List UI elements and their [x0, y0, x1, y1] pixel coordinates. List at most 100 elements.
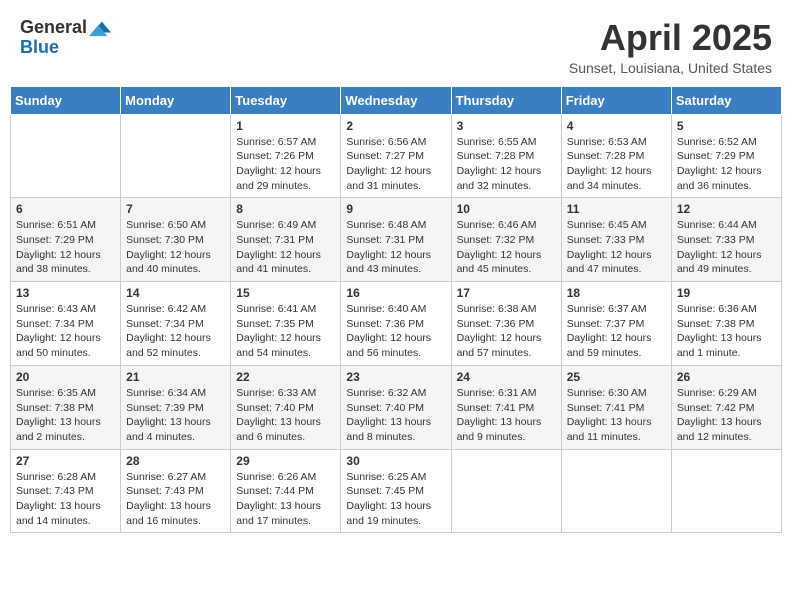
calendar-week-row: 27 Sunrise: 6:28 AM Sunset: 7:43 PM Dayli… [11, 449, 782, 533]
day-number: 16 [346, 286, 445, 300]
day-info: Sunrise: 6:37 AM Sunset: 7:37 PM Dayligh… [567, 302, 666, 361]
calendar-day-cell: 3 Sunrise: 6:55 AM Sunset: 7:28 PM Daylig… [451, 114, 561, 198]
day-info: Sunrise: 6:46 AM Sunset: 7:32 PM Dayligh… [457, 218, 556, 277]
day-info: Sunrise: 6:49 AM Sunset: 7:31 PM Dayligh… [236, 218, 335, 277]
calendar-week-row: 20 Sunrise: 6:35 AM Sunset: 7:38 PM Dayli… [11, 365, 782, 449]
title-area: April 2025 Sunset, Louisiana, United Sta… [569, 18, 772, 76]
calendar-body: 1 Sunrise: 6:57 AM Sunset: 7:26 PM Daylig… [11, 114, 782, 533]
day-info: Sunrise: 6:36 AM Sunset: 7:38 PM Dayligh… [677, 302, 776, 361]
calendar-day-cell: 27 Sunrise: 6:28 AM Sunset: 7:43 PM Dayli… [11, 449, 121, 533]
weekday-header-cell: Saturday [671, 86, 781, 114]
calendar-week-row: 1 Sunrise: 6:57 AM Sunset: 7:26 PM Daylig… [11, 114, 782, 198]
weekday-header-cell: Tuesday [231, 86, 341, 114]
logo: General Blue [20, 18, 111, 58]
calendar-day-cell [11, 114, 121, 198]
calendar-day-cell: 8 Sunrise: 6:49 AM Sunset: 7:31 PM Daylig… [231, 198, 341, 282]
day-info: Sunrise: 6:27 AM Sunset: 7:43 PM Dayligh… [126, 470, 225, 529]
calendar-day-cell: 15 Sunrise: 6:41 AM Sunset: 7:35 PM Dayli… [231, 282, 341, 366]
calendar-day-cell: 7 Sunrise: 6:50 AM Sunset: 7:30 PM Daylig… [121, 198, 231, 282]
calendar-day-cell: 19 Sunrise: 6:36 AM Sunset: 7:38 PM Dayli… [671, 282, 781, 366]
day-info: Sunrise: 6:57 AM Sunset: 7:26 PM Dayligh… [236, 135, 335, 194]
day-number: 13 [16, 286, 115, 300]
day-number: 14 [126, 286, 225, 300]
calendar-title: April 2025 [569, 18, 772, 58]
day-number: 29 [236, 454, 335, 468]
calendar-day-cell: 20 Sunrise: 6:35 AM Sunset: 7:38 PM Dayli… [11, 365, 121, 449]
calendar-day-cell: 12Sunrise: 6:44 AM Sunset: 7:33 PM Dayli… [671, 198, 781, 282]
day-number: 18 [567, 286, 666, 300]
calendar-day-cell: 22 Sunrise: 6:33 AM Sunset: 7:40 PM Dayli… [231, 365, 341, 449]
calendar-day-cell: 28 Sunrise: 6:27 AM Sunset: 7:43 PM Dayli… [121, 449, 231, 533]
calendar-day-cell: 13 Sunrise: 6:43 AM Sunset: 7:34 PM Dayli… [11, 282, 121, 366]
day-info: Sunrise: 6:55 AM Sunset: 7:28 PM Dayligh… [457, 135, 556, 194]
calendar-day-cell: 30 Sunrise: 6:25 AM Sunset: 7:45 PM Dayli… [341, 449, 451, 533]
day-number: 19 [677, 286, 776, 300]
calendar-day-cell: 6 Sunrise: 6:51 AM Sunset: 7:29 PM Daylig… [11, 198, 121, 282]
weekday-header-cell: Wednesday [341, 86, 451, 114]
day-info: Sunrise: 6:50 AM Sunset: 7:30 PM Dayligh… [126, 218, 225, 277]
day-number: 30 [346, 454, 445, 468]
calendar-day-cell: 18 Sunrise: 6:37 AM Sunset: 7:37 PM Dayli… [561, 282, 671, 366]
calendar-day-cell: 23 Sunrise: 6:32 AM Sunset: 7:40 PM Dayli… [341, 365, 451, 449]
calendar-day-cell [121, 114, 231, 198]
logo-icon [89, 16, 111, 38]
day-info: Sunrise: 6:31 AM Sunset: 7:41 PM Dayligh… [457, 386, 556, 445]
day-info: Sunrise: 6:32 AM Sunset: 7:40 PM Dayligh… [346, 386, 445, 445]
day-info: Sunrise: 6:33 AM Sunset: 7:40 PM Dayligh… [236, 386, 335, 445]
day-number: 21 [126, 370, 225, 384]
day-info: Sunrise: 6:35 AM Sunset: 7:38 PM Dayligh… [16, 386, 115, 445]
calendar-day-cell [561, 449, 671, 533]
day-info: Sunrise: 6:43 AM Sunset: 7:34 PM Dayligh… [16, 302, 115, 361]
day-info: Sunrise: 6:30 AM Sunset: 7:41 PM Dayligh… [567, 386, 666, 445]
day-number: 8 [236, 202, 335, 216]
weekday-header-row: SundayMondayTuesdayWednesdayThursdayFrid… [11, 86, 782, 114]
calendar-day-cell: 29 Sunrise: 6:26 AM Sunset: 7:44 PM Dayli… [231, 449, 341, 533]
calendar-day-cell: 26Sunrise: 6:29 AM Sunset: 7:42 PM Dayli… [671, 365, 781, 449]
logo-text-general: General [20, 18, 87, 38]
day-number: 6 [16, 202, 115, 216]
day-info: Sunrise: 6:41 AM Sunset: 7:35 PM Dayligh… [236, 302, 335, 361]
day-number: 9 [346, 202, 445, 216]
day-number: 27 [16, 454, 115, 468]
day-number: 3 [457, 119, 556, 133]
calendar-day-cell: 1 Sunrise: 6:57 AM Sunset: 7:26 PM Daylig… [231, 114, 341, 198]
day-info: Sunrise: 6:53 AM Sunset: 7:28 PM Dayligh… [567, 135, 666, 194]
calendar-day-cell: 9Sunrise: 6:48 AM Sunset: 7:31 PM Daylig… [341, 198, 451, 282]
day-number: 10 [457, 202, 556, 216]
day-info: Sunrise: 6:42 AM Sunset: 7:34 PM Dayligh… [126, 302, 225, 361]
weekday-header-cell: Sunday [11, 86, 121, 114]
day-number: 25 [567, 370, 666, 384]
day-number: 1 [236, 119, 335, 133]
calendar-day-cell: 4 Sunrise: 6:53 AM Sunset: 7:28 PM Daylig… [561, 114, 671, 198]
day-info: Sunrise: 6:26 AM Sunset: 7:44 PM Dayligh… [236, 470, 335, 529]
calendar-week-row: 6 Sunrise: 6:51 AM Sunset: 7:29 PM Daylig… [11, 198, 782, 282]
calendar-day-cell: 16 Sunrise: 6:40 AM Sunset: 7:36 PM Dayli… [341, 282, 451, 366]
day-number: 20 [16, 370, 115, 384]
day-number: 23 [346, 370, 445, 384]
day-info: Sunrise: 6:51 AM Sunset: 7:29 PM Dayligh… [16, 218, 115, 277]
day-number: 4 [567, 119, 666, 133]
day-number: 15 [236, 286, 335, 300]
day-number: 28 [126, 454, 225, 468]
calendar-day-cell: 2Sunrise: 6:56 AM Sunset: 7:27 PM Daylig… [341, 114, 451, 198]
calendar-day-cell: 11Sunrise: 6:45 AM Sunset: 7:33 PM Dayli… [561, 198, 671, 282]
weekday-header-cell: Thursday [451, 86, 561, 114]
day-info: Sunrise: 6:52 AM Sunset: 7:29 PM Dayligh… [677, 135, 776, 194]
day-number: 11 [567, 202, 666, 216]
calendar-day-cell: 24Sunrise: 6:31 AM Sunset: 7:41 PM Dayli… [451, 365, 561, 449]
calendar-week-row: 13 Sunrise: 6:43 AM Sunset: 7:34 PM Dayli… [11, 282, 782, 366]
day-number: 22 [236, 370, 335, 384]
calendar-day-cell [671, 449, 781, 533]
day-number: 7 [126, 202, 225, 216]
day-info: Sunrise: 6:40 AM Sunset: 7:36 PM Dayligh… [346, 302, 445, 361]
calendar-day-cell: 5 Sunrise: 6:52 AM Sunset: 7:29 PM Daylig… [671, 114, 781, 198]
day-info: Sunrise: 6:25 AM Sunset: 7:45 PM Dayligh… [346, 470, 445, 529]
calendar-day-cell: 10 Sunrise: 6:46 AM Sunset: 7:32 PM Dayli… [451, 198, 561, 282]
calendar-day-cell: 21Sunrise: 6:34 AM Sunset: 7:39 PM Dayli… [121, 365, 231, 449]
day-info: Sunrise: 6:28 AM Sunset: 7:43 PM Dayligh… [16, 470, 115, 529]
calendar-day-cell [451, 449, 561, 533]
day-number: 17 [457, 286, 556, 300]
day-number: 5 [677, 119, 776, 133]
day-number: 12 [677, 202, 776, 216]
day-number: 26 [677, 370, 776, 384]
